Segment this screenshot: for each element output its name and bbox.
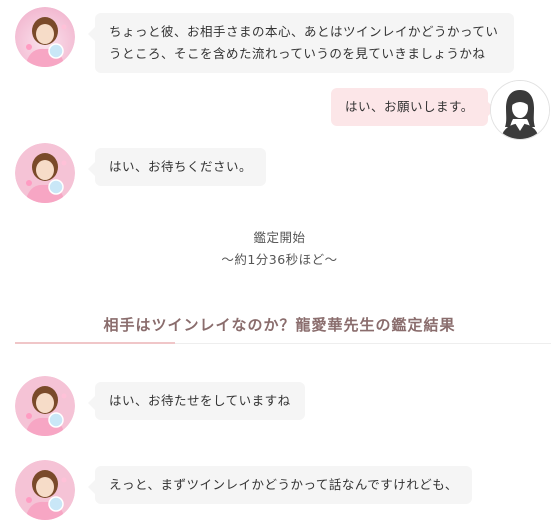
reader-avatar	[15, 376, 75, 436]
user-avatar	[490, 80, 550, 140]
message-text: ちょっと彼、お相手さまの本心、あとはツインレイかどうかっていうところ、そこを含め…	[109, 24, 499, 61]
appraisal-start-label: 鑑定開始	[253, 230, 306, 245]
section-divider-accent	[15, 342, 175, 344]
reader-avatar	[15, 460, 75, 520]
reader-portrait-icon	[15, 143, 75, 203]
reader-message: ちょっと彼、お相手さまの本心、あとはツインレイかどうかっていうところ、そこを含め…	[88, 13, 514, 73]
reader-avatar	[15, 7, 75, 67]
reader-portrait-icon	[15, 376, 75, 436]
message-text: はい、お待ちください。	[109, 159, 253, 174]
user-message: はい、お願いします。	[331, 88, 495, 126]
reader-message: えっと、まずツインレイかどうかって話なんですけれども、	[88, 466, 472, 504]
reader-avatar	[15, 143, 75, 203]
woman-silhouette-icon	[491, 81, 549, 139]
reader-message: はい、お待たせをしていますね	[88, 382, 305, 420]
reader-message: はい、お待ちください。	[87, 148, 267, 186]
reader-portrait-icon	[15, 7, 75, 67]
message-text: はい、お願いします。	[345, 99, 474, 114]
reader-portrait-icon	[15, 460, 75, 520]
message-text: はい、お待たせをしていますね	[109, 393, 291, 408]
appraisal-duration-label: 〜約1分36秒ほど〜	[221, 252, 338, 267]
section-heading: 相手はツインレイなのか？龍愛華先生の鑑定結果	[103, 316, 456, 334]
message-text: えっと、まずツインレイかどうかって話なんですけれども、	[109, 477, 458, 492]
